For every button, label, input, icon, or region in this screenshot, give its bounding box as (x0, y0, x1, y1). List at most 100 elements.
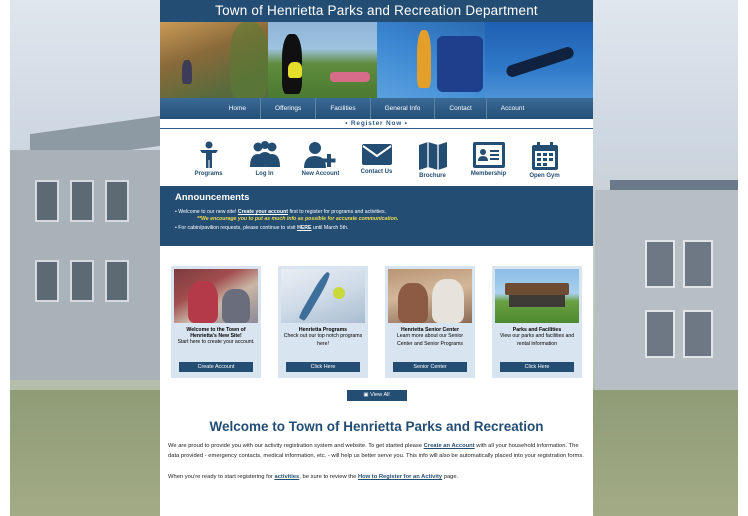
calendar-icon (531, 142, 558, 170)
banner-photo-dancer (484, 22, 593, 98)
create-your-account-link[interactable]: Create your account (238, 209, 288, 215)
quick-link-membership[interactable]: Membership (461, 129, 517, 186)
welcome-paragraph-2: When you're ready to start registering f… (160, 473, 593, 483)
gymnast-figure (416, 30, 431, 88)
view-all-label: View All (370, 392, 390, 398)
announcement-item: For cabin/pavilion requests, please cont… (175, 225, 578, 231)
person-figure (182, 60, 192, 84)
quick-link-contact-us[interactable]: Contact Us (349, 129, 405, 186)
welcome-paragraph-1: We are proud to provide you with our act… (160, 442, 593, 461)
card-image-seniors (388, 269, 472, 323)
announcements-panel: Announcements Welcome to our new site! C… (160, 186, 593, 246)
building-right (595, 190, 738, 390)
quick-link-label: Membership (470, 171, 507, 177)
paragraph-text: , be sure to review the (299, 474, 358, 480)
nav-contact[interactable]: Contact (435, 98, 487, 119)
card-image-pavilion (495, 269, 579, 323)
pavilion-roof-figure (505, 283, 569, 295)
flag-figure (288, 62, 303, 78)
welcome-heading: Welcome to Town of Henrietta Parks and R… (209, 419, 544, 434)
announcement-text: For cabin/pavilion requests, please cont… (178, 225, 298, 231)
card-description: Start here to create your account. (177, 339, 255, 345)
announcement-text: Welcome to our new site! (178, 209, 238, 215)
nav-general-info[interactable]: General Info (371, 98, 436, 119)
nav-account[interactable]: Account (487, 98, 539, 119)
register-now-link[interactable]: • Register Now • (160, 119, 593, 129)
card-image-tennis (281, 269, 365, 323)
card-image-children (174, 269, 258, 323)
activities-link[interactable]: activities (274, 474, 299, 480)
paragraph-text: page. (442, 474, 459, 480)
racket-figure (298, 270, 332, 322)
banner-photo-gymnast (376, 22, 485, 98)
create-an-account-link[interactable]: Create an Account (424, 443, 475, 449)
header-banner (160, 22, 593, 98)
how-to-register-link[interactable]: How to Register for an Activity (358, 474, 442, 480)
picnic-figure (330, 72, 371, 82)
site-title: Town of Henrietta Parks and Recreation D… (160, 0, 593, 22)
announcements-list: Welcome to our new site! Create your acc… (175, 209, 578, 231)
quick-link-programs[interactable]: Programs (181, 129, 237, 186)
window (70, 180, 94, 222)
group-icon (249, 141, 280, 167)
window (105, 180, 129, 222)
announcement-text: first to register for programs and activ… (288, 209, 387, 215)
card-senior-center: Henrietta Senior Center Learn more about… (385, 266, 475, 378)
window (645, 310, 675, 358)
main-content: Town of Henrietta Parks and Recreation D… (160, 0, 593, 516)
card-description: Learn more about our Senior Center and S… (396, 333, 464, 347)
create-account-button[interactable]: Create Account (179, 362, 253, 372)
cabin-pavilion-here-link[interactable]: HERE (297, 225, 311, 231)
camera-icon: ▣ (363, 392, 369, 398)
window (70, 260, 94, 302)
tree-figure (230, 22, 268, 98)
add-user-icon (303, 142, 335, 168)
quick-link-label: Log In (255, 171, 274, 177)
programs-click-here-button[interactable]: Click Here (286, 362, 360, 372)
announcement-warning: **We encourage you to put as much info a… (197, 216, 399, 222)
building-left (10, 150, 160, 380)
quick-link-label: Contact Us (360, 169, 393, 175)
person-icon (199, 141, 218, 168)
announcement-item: Welcome to our new site! Create your acc… (175, 209, 578, 222)
quick-link-new-account[interactable]: New Account (293, 129, 349, 186)
window (645, 240, 675, 288)
nav-facilities[interactable]: Facilities (316, 98, 371, 119)
window (683, 310, 713, 358)
feature-cards: Welcome to the Town of Henrietta's New S… (160, 266, 593, 378)
pavilion-base-figure (509, 295, 565, 307)
window (35, 180, 59, 222)
nav-offerings[interactable]: Offerings (261, 98, 317, 119)
envelope-icon (361, 144, 392, 165)
card-description: Check out our top notch programs here! (283, 333, 363, 347)
quick-link-label: Open Gym (529, 173, 560, 179)
child-figure (188, 281, 218, 323)
card-programs: Henrietta Programs Check out our top not… (278, 266, 368, 378)
parks-click-here-button[interactable]: Click Here (500, 362, 574, 372)
card-new-site: Welcome to the Town of Henrietta's New S… (171, 266, 261, 378)
quick-link-open-gym[interactable]: Open Gym (517, 129, 573, 186)
banner-photo-fall-park (160, 22, 269, 98)
window (105, 260, 129, 302)
paragraph-text: We are proud to provide you with our act… (168, 443, 424, 449)
paragraph-text: When you're ready to start registering f… (168, 474, 275, 480)
dancer-figure (504, 45, 575, 79)
banner-photo-football (268, 22, 377, 98)
senior-figure (432, 279, 464, 323)
quick-links: Programs Log In New Account Contact Us B… (160, 129, 593, 186)
view-all-button[interactable]: ▣ View All (346, 390, 407, 401)
child-figure (222, 289, 250, 323)
announcements-title: Announcements (175, 192, 250, 203)
map-icon (418, 142, 447, 170)
quick-link-label: Programs (194, 171, 223, 177)
announcement-text: until March 5th. (311, 225, 349, 231)
main-nav: Home Offerings Facilities General Info C… (160, 98, 593, 119)
window (35, 260, 59, 302)
senior-center-button[interactable]: Senior Center (393, 362, 467, 372)
quick-link-login[interactable]: Log In (237, 129, 293, 186)
quick-link-brochure[interactable]: Brochure (405, 129, 461, 186)
id-card-icon (472, 142, 505, 168)
card-description: View our parks and facilities and rental… (499, 333, 575, 347)
senior-figure (398, 283, 428, 323)
nav-home[interactable]: Home (215, 98, 262, 119)
